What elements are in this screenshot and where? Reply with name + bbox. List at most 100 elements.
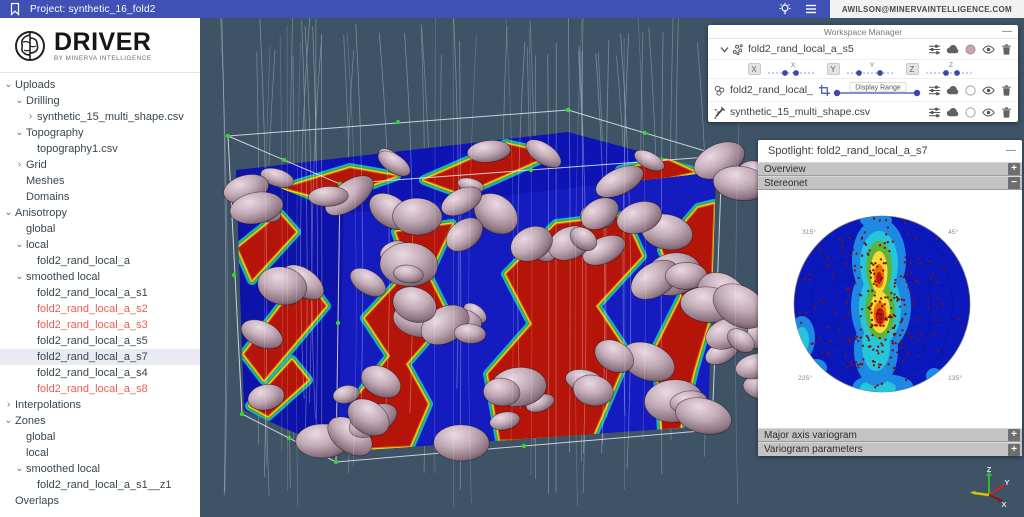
cloud-download-icon[interactable] [946, 84, 959, 97]
sidebar-item-fold2-rand-local-a-s1[interactable]: fold2_rand_local_a_s1 [0, 285, 200, 301]
color-swatch-empty-icon[interactable] [964, 84, 977, 97]
sidebar-item-zones[interactable]: ⌄Zones [0, 413, 200, 429]
delete-trash-icon[interactable] [1000, 84, 1013, 97]
chevron-right-icon[interactable]: › [2, 397, 15, 413]
sidebar-item-label: fold2_rand_local_a_s8 [37, 381, 148, 397]
chevron-down-icon[interactable]: ⌄ [13, 237, 26, 253]
axis-chip[interactable]: Y [827, 63, 840, 75]
chevron-down-icon[interactable] [718, 43, 731, 56]
sidebar-item-global[interactable]: global [0, 429, 200, 445]
sidebar-item-topography[interactable]: ⌄Topography [0, 125, 200, 141]
svg-text:X: X [790, 62, 795, 69]
visibility-eye-icon[interactable] [982, 84, 995, 97]
chevron-down-icon[interactable]: ⌄ [2, 205, 15, 221]
sidebar-item-global[interactable]: global [0, 221, 200, 237]
tune-settings-icon[interactable] [928, 43, 941, 56]
sidebar-item-local[interactable]: ⌄local [0, 237, 200, 253]
section-stereonet[interactable]: Stereonet − [758, 176, 1022, 190]
cloud-download-icon[interactable] [946, 106, 959, 119]
sidebar-item-synthetic-15-multi-shape-csv[interactable]: ›synthetic_15_multi_shape.csv [0, 109, 200, 125]
sidebar-tree: ⌄Uploads⌄Drilling›synthetic_15_multi_sha… [0, 73, 200, 509]
sidebar-item-meshes[interactable]: Meshes [0, 173, 200, 189]
chevron-right-icon[interactable]: › [24, 109, 37, 125]
notifications-bulb-icon[interactable] [778, 2, 792, 16]
axis-slider-y: YY [827, 61, 900, 78]
collapse-button[interactable]: − [1008, 177, 1020, 189]
visibility-eye-icon[interactable] [982, 106, 995, 119]
expand-button[interactable]: + [1008, 163, 1020, 175]
delete-trash-icon[interactable] [1000, 43, 1013, 56]
slider-handle[interactable] [914, 90, 920, 96]
section-overview[interactable]: Overview + [758, 162, 1022, 176]
sidebar-item-label: local [26, 445, 49, 461]
bookmark-icon[interactable] [8, 2, 22, 16]
sidebar-item-drilling[interactable]: ⌄Drilling [0, 93, 200, 109]
expand-button[interactable]: + [1008, 429, 1020, 441]
chevron-down-icon[interactable]: ⌄ [13, 93, 26, 109]
sidebar-item-domains[interactable]: Domains [0, 189, 200, 205]
sidebar-item-uploads[interactable]: ⌄Uploads [0, 77, 200, 93]
sidebar-item-label: fold2_rand_local_a_s4 [37, 365, 148, 381]
sidebar-item-fold2-rand-local-a-s7[interactable]: fold2_rand_local_a_s7 [0, 349, 200, 365]
sidebar-item-fold2-rand-local-a-s4[interactable]: fold2_rand_local_a_s4 [0, 365, 200, 381]
point-cloud-icon [731, 43, 744, 56]
spotlight-minimize-button[interactable]: — [1000, 146, 1022, 156]
expand-button[interactable]: + [1008, 444, 1020, 456]
gizmo-y-label: Y [1004, 478, 1009, 487]
sidebar-item-label: Domains [26, 189, 69, 205]
sidebar-item-label: Meshes [26, 173, 65, 189]
crop-icon[interactable] [818, 84, 831, 97]
tune-settings-icon[interactable] [928, 106, 941, 119]
sidebar-item-topography1-csv[interactable]: topography1.csv [0, 141, 200, 157]
stereonet-azimuth-label: 315° [802, 228, 816, 236]
cloud-download-icon[interactable] [946, 43, 959, 56]
axis-range-slider[interactable]: X [763, 61, 821, 78]
axis-range-slider[interactable]: Y [842, 61, 900, 78]
chevron-down-icon[interactable]: ⌄ [2, 413, 15, 429]
sidebar-item-local[interactable]: local [0, 445, 200, 461]
visibility-eye-icon[interactable] [982, 43, 995, 56]
sidebar-item-fold2-rand-local-a-s8[interactable]: fold2_rand_local_a_s8 [0, 381, 200, 397]
sidebar-item-label: Overlaps [15, 493, 59, 509]
delete-trash-icon[interactable] [1000, 106, 1013, 119]
section-major-axis-variogram[interactable]: Major axis variogram + [758, 428, 1022, 442]
sidebar-item-fold2-rand-local-a-s3[interactable]: fold2_rand_local_a_s3 [0, 317, 200, 333]
svg-text:Z: Z [949, 62, 953, 69]
chevron-right-icon[interactable]: › [13, 157, 26, 173]
workspace-manager-minimize-button[interactable]: — [996, 27, 1018, 37]
sidebar-item-overlaps[interactable]: Overlaps [0, 493, 200, 509]
sidebar-item-fold2-rand-local-a[interactable]: fold2_rand_local_a [0, 253, 200, 269]
sidebar-item-label: fold2_rand_local_a_s2 [37, 301, 148, 317]
slider-handle[interactable] [834, 90, 840, 96]
chevron-down-icon[interactable]: ⌄ [13, 461, 26, 477]
menu-list-icon[interactable] [804, 2, 818, 16]
axis-range-slider[interactable]: Z [921, 61, 979, 78]
chevron-down-icon[interactable]: ⌄ [2, 77, 15, 93]
color-swatch-empty-icon[interactable] [964, 106, 977, 119]
axis-chip[interactable]: Z [906, 63, 919, 75]
stereonet-azimuth-label: 225° [798, 374, 812, 382]
sidebar-item-label: Drilling [26, 93, 60, 109]
user-account-button[interactable]: AWILSON@MINERVAINTELLIGENCE.COM [830, 0, 1024, 18]
svg-text:Display Range: Display Range [855, 85, 901, 92]
workspace-row-drilling: synthetic_15_multi_shape.csv [708, 102, 1018, 122]
sidebar-item-grid[interactable]: ›Grid [0, 157, 200, 173]
sidebar-item-fold2-rand-local-a-s5[interactable]: fold2_rand_local_a_s5 [0, 333, 200, 349]
stereonet-plot[interactable]: 315°45°225°135° [758, 190, 1022, 428]
sidebar-item-fold2-rand-local-a-s2[interactable]: fold2_rand_local_a_s2 [0, 301, 200, 317]
workspace-row-grid: fold2_rand_local_a_s1_ Display Range [708, 79, 1018, 102]
axis-chip[interactable]: X [748, 63, 761, 75]
chevron-down-icon[interactable]: ⌄ [13, 125, 26, 141]
sidebar-item-fold2-rand-local-a-s1-z1[interactable]: fold2_rand_local_a_s1__z1 [0, 477, 200, 493]
tune-settings-icon[interactable] [928, 84, 941, 97]
sidebar-item-label: synthetic_15_multi_shape.csv [37, 109, 184, 125]
display-range-slider[interactable]: Display Range [831, 81, 923, 99]
color-swatch-icon[interactable] [964, 43, 977, 56]
chevron-down-icon[interactable]: ⌄ [13, 269, 26, 285]
orientation-axes-gizmo[interactable]: Z Y X [966, 465, 1012, 511]
sidebar-item-interpolations[interactable]: ›Interpolations [0, 397, 200, 413]
sidebar-item-anisotropy[interactable]: ⌄Anisotropy [0, 205, 200, 221]
section-variogram-parameters[interactable]: Variogram parameters + [758, 442, 1022, 456]
sidebar-item-smoothed-local[interactable]: ⌄smoothed local [0, 269, 200, 285]
sidebar-item-smoothed-local[interactable]: ⌄smoothed local [0, 461, 200, 477]
